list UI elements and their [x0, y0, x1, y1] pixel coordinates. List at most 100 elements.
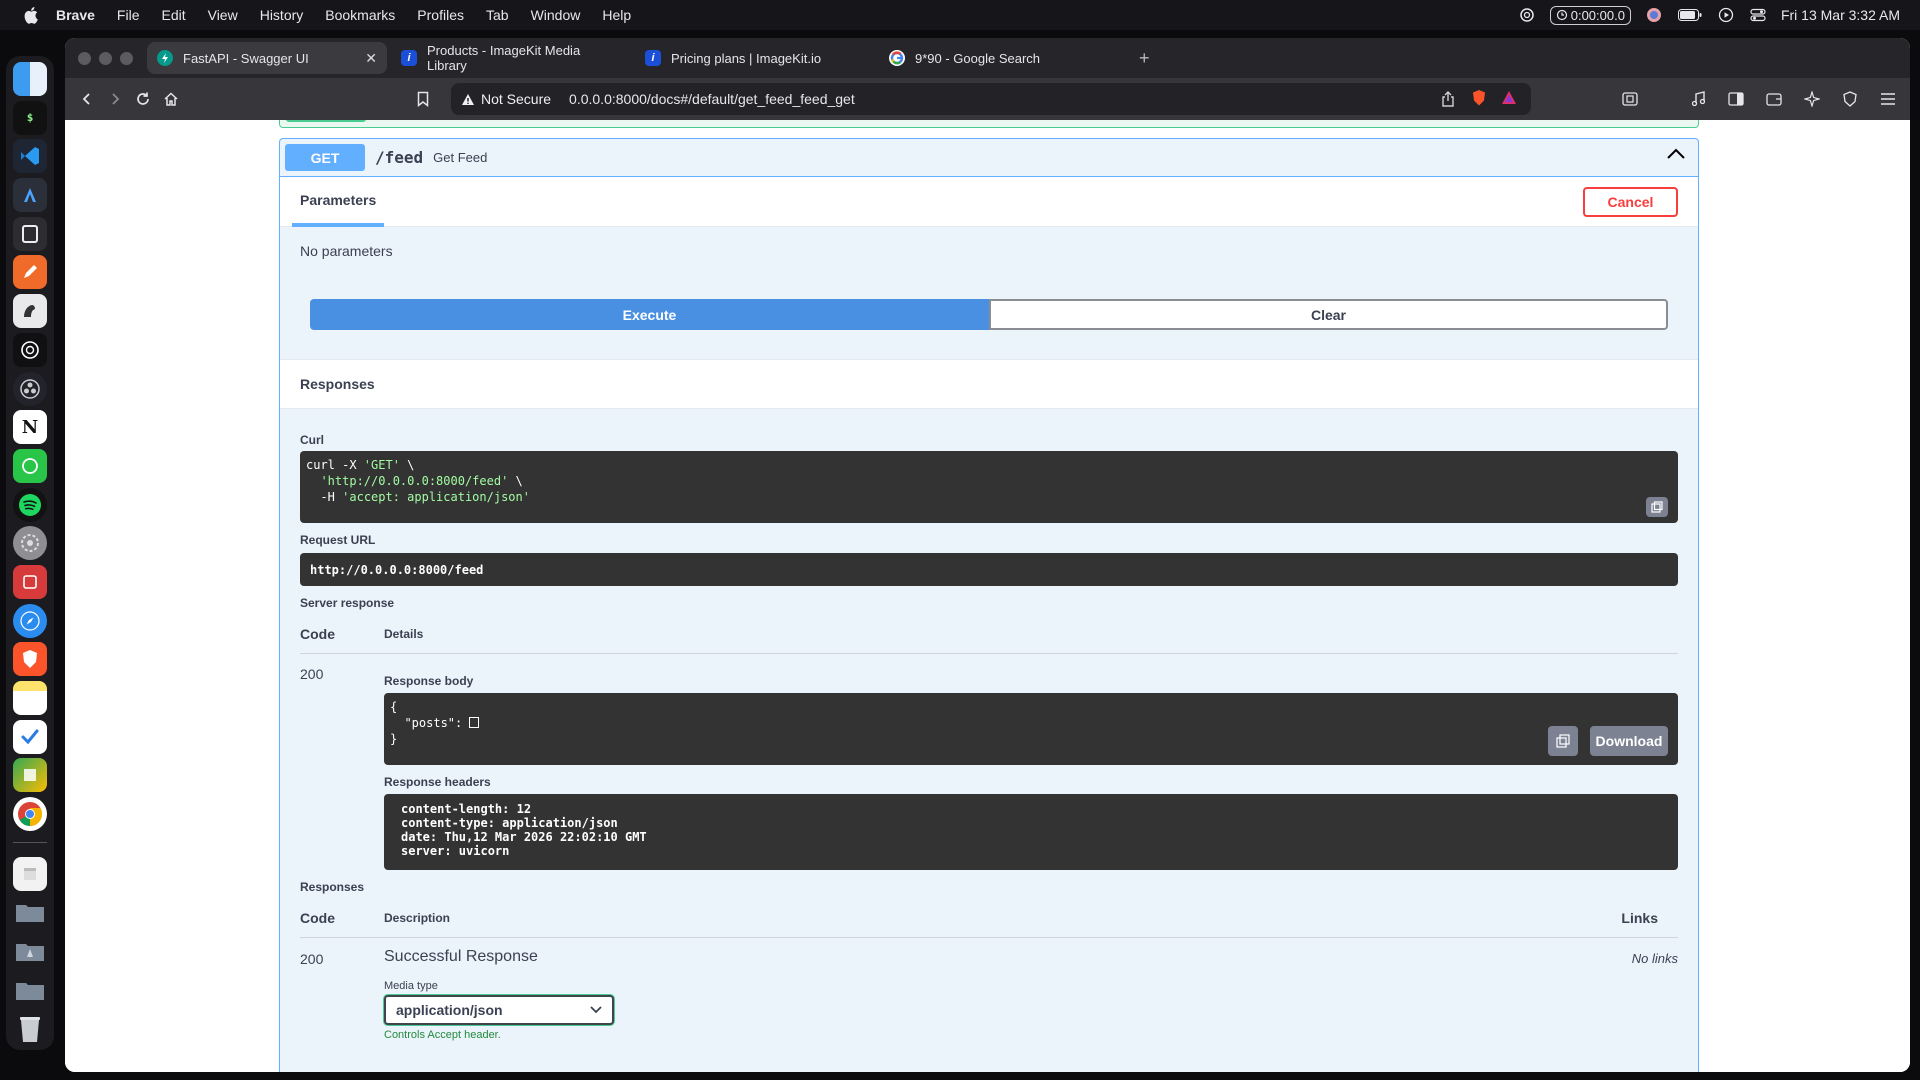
bookmark-icon[interactable] [409, 85, 437, 113]
close-window-button[interactable] [78, 51, 91, 65]
menu-file[interactable]: File [117, 7, 140, 23]
timer-widget[interactable]: 0:00:00.0 [1549, 5, 1631, 25]
request-url-value: http://0.0.0.0:8000/feed [310, 562, 484, 577]
forward-icon[interactable] [101, 85, 129, 113]
curl-flag: -H [320, 490, 343, 504]
tableplus-icon[interactable] [13, 294, 47, 329]
downloads-folder-icon[interactable] [13, 973, 47, 1007]
menu-window[interactable]: Window [531, 7, 581, 23]
music-icon[interactable] [1684, 85, 1712, 113]
tab-google-search[interactable]: 9*90 - Google Search [879, 42, 1119, 74]
menubar-clock[interactable]: Fri 13 Mar 3:32 AM [1781, 7, 1900, 23]
openai-status-icon[interactable] [1518, 6, 1536, 24]
spotify-icon[interactable] [13, 487, 47, 522]
screenshot-icon[interactable] [1616, 85, 1644, 113]
chatgpt-icon[interactable] [13, 332, 47, 367]
response-row-200: 200 Successful Response Media type appli… [300, 948, 1678, 1041]
tab-parameters[interactable]: Parameters [292, 177, 385, 227]
response-body-block[interactable]: { "posts": } Download [384, 693, 1678, 765]
operation-summary[interactable]: GET /feed Get Feed [280, 139, 1698, 177]
chrome-icon[interactable] [13, 797, 47, 832]
system-settings-icon[interactable] [13, 526, 47, 561]
hamburger-menu-icon[interactable] [1874, 85, 1902, 113]
address-bar[interactable]: Not Secure 0.0.0.0:8000/docs#/default/ge… [451, 83, 1531, 115]
notion-icon[interactable]: N [13, 410, 47, 445]
tasks-icon[interactable] [13, 719, 47, 754]
warning-icon [462, 93, 474, 105]
menu-tab[interactable]: Tab [486, 7, 509, 23]
menu-help[interactable]: Help [602, 7, 631, 23]
brave-rewards-icon[interactable] [1501, 90, 1517, 109]
trash-icon[interactable] [13, 1012, 47, 1046]
control-center-icon[interactable] [1749, 6, 1767, 24]
reload-icon[interactable] [129, 85, 157, 113]
operation-path: /feed [375, 148, 424, 167]
menu-profiles[interactable]: Profiles [417, 7, 464, 23]
curl-command-block[interactable]: curl -X 'GET' \ 'http://0.0.0.0:8000/fee… [300, 451, 1678, 523]
chevron-up-icon[interactable] [1666, 147, 1686, 166]
menu-history[interactable]: History [260, 7, 304, 23]
copy-icon[interactable] [1548, 726, 1578, 756]
menu-bookmarks[interactable]: Bookmarks [325, 7, 395, 23]
toolbar-extensions [1616, 85, 1902, 113]
clear-button[interactable]: Clear [989, 299, 1668, 330]
zoom-window-button[interactable] [120, 51, 133, 65]
app-window-icon[interactable] [13, 216, 47, 251]
request-url-block[interactable]: http://0.0.0.0:8000/feed [300, 553, 1678, 586]
home-icon[interactable] [157, 85, 185, 113]
applications-folder-icon[interactable] [13, 934, 47, 968]
browser-window: FastAPI - Swagger UI ✕ i Products - Imag… [65, 38, 1910, 1072]
vscode-icon[interactable] [13, 139, 47, 174]
safari-icon[interactable] [13, 603, 47, 638]
close-tab-icon[interactable]: ✕ [365, 50, 377, 67]
execute-button[interactable]: Execute [310, 299, 989, 330]
terminal-icon[interactable]: $ [13, 100, 47, 135]
leo-ai-icon[interactable] [1798, 85, 1826, 113]
live-responses: Curl curl -X 'GET' \ 'http://0.0.0.0:800… [280, 409, 1698, 1041]
apple-icon[interactable] [20, 4, 42, 26]
folder-icon[interactable] [13, 895, 47, 929]
sidebar-icon[interactable] [1722, 85, 1750, 113]
tab-bar: FastAPI - Swagger UI ✕ i Products - Imag… [65, 38, 1910, 78]
whatsapp-icon[interactable] [13, 448, 47, 483]
curl-cmd: curl -X [306, 458, 364, 472]
brave-shields-icon[interactable] [1471, 89, 1487, 110]
document-icon[interactable] [13, 856, 47, 891]
menu-edit[interactable]: Edit [161, 7, 185, 23]
obs-icon[interactable] [13, 371, 47, 406]
download-button[interactable]: Download [1590, 726, 1668, 756]
response-headers-block[interactable]: content-length: 12 content-type: applica… [384, 794, 1678, 870]
response-body-label: Response body [384, 674, 474, 688]
minimize-window-button[interactable] [99, 51, 112, 65]
tab-imagekit-products[interactable]: i Products - ImageKit Media Library [391, 42, 631, 74]
xcode-instruments-icon[interactable] [13, 178, 47, 213]
pencil-app-icon[interactable] [13, 255, 47, 290]
cancel-button[interactable]: Cancel [1583, 187, 1678, 217]
tab-fastapi-swagger[interactable]: FastAPI - Swagger UI ✕ [147, 42, 387, 74]
curl-url: 'http://0.0.0.0:8000/feed' [320, 474, 509, 488]
back-icon[interactable] [73, 85, 101, 113]
url-text[interactable]: 0.0.0.0:8000/docs#/default/get_feed_feed… [569, 91, 855, 107]
wallet-icon[interactable] [1760, 85, 1788, 113]
vpn-shield-icon[interactable] [1836, 85, 1864, 113]
copy-icon[interactable] [1646, 497, 1668, 517]
menu-view[interactable]: View [208, 7, 238, 23]
play-icon[interactable] [1717, 6, 1735, 24]
new-tab-icon[interactable]: + [1139, 48, 1150, 69]
finder-icon[interactable] [13, 62, 47, 96]
photo-booth-icon[interactable] [13, 564, 47, 599]
profile-status-icon[interactable] [1645, 6, 1663, 24]
notes-icon[interactable] [13, 681, 47, 715]
header-line: date: Thu,12 Mar 2026 22:02:10 GMT [401, 830, 647, 844]
tab-imagekit-pricing[interactable]: i Pricing plans | ImageKit.io [635, 42, 875, 74]
code-column-header: Code [300, 625, 335, 642]
share-icon[interactable] [1441, 91, 1455, 110]
curl-continuation: \ [508, 474, 523, 488]
menu-app-name[interactable]: Brave [56, 7, 95, 23]
battery-icon[interactable] [1677, 6, 1703, 24]
brave-icon[interactable] [13, 642, 47, 677]
media-type-select[interactable]: application/json [384, 995, 614, 1025]
tab-title: Pricing plans | ImageKit.io [671, 50, 822, 66]
security-indicator[interactable]: Not Secure [461, 91, 551, 107]
sheets-icon[interactable] [13, 758, 47, 793]
